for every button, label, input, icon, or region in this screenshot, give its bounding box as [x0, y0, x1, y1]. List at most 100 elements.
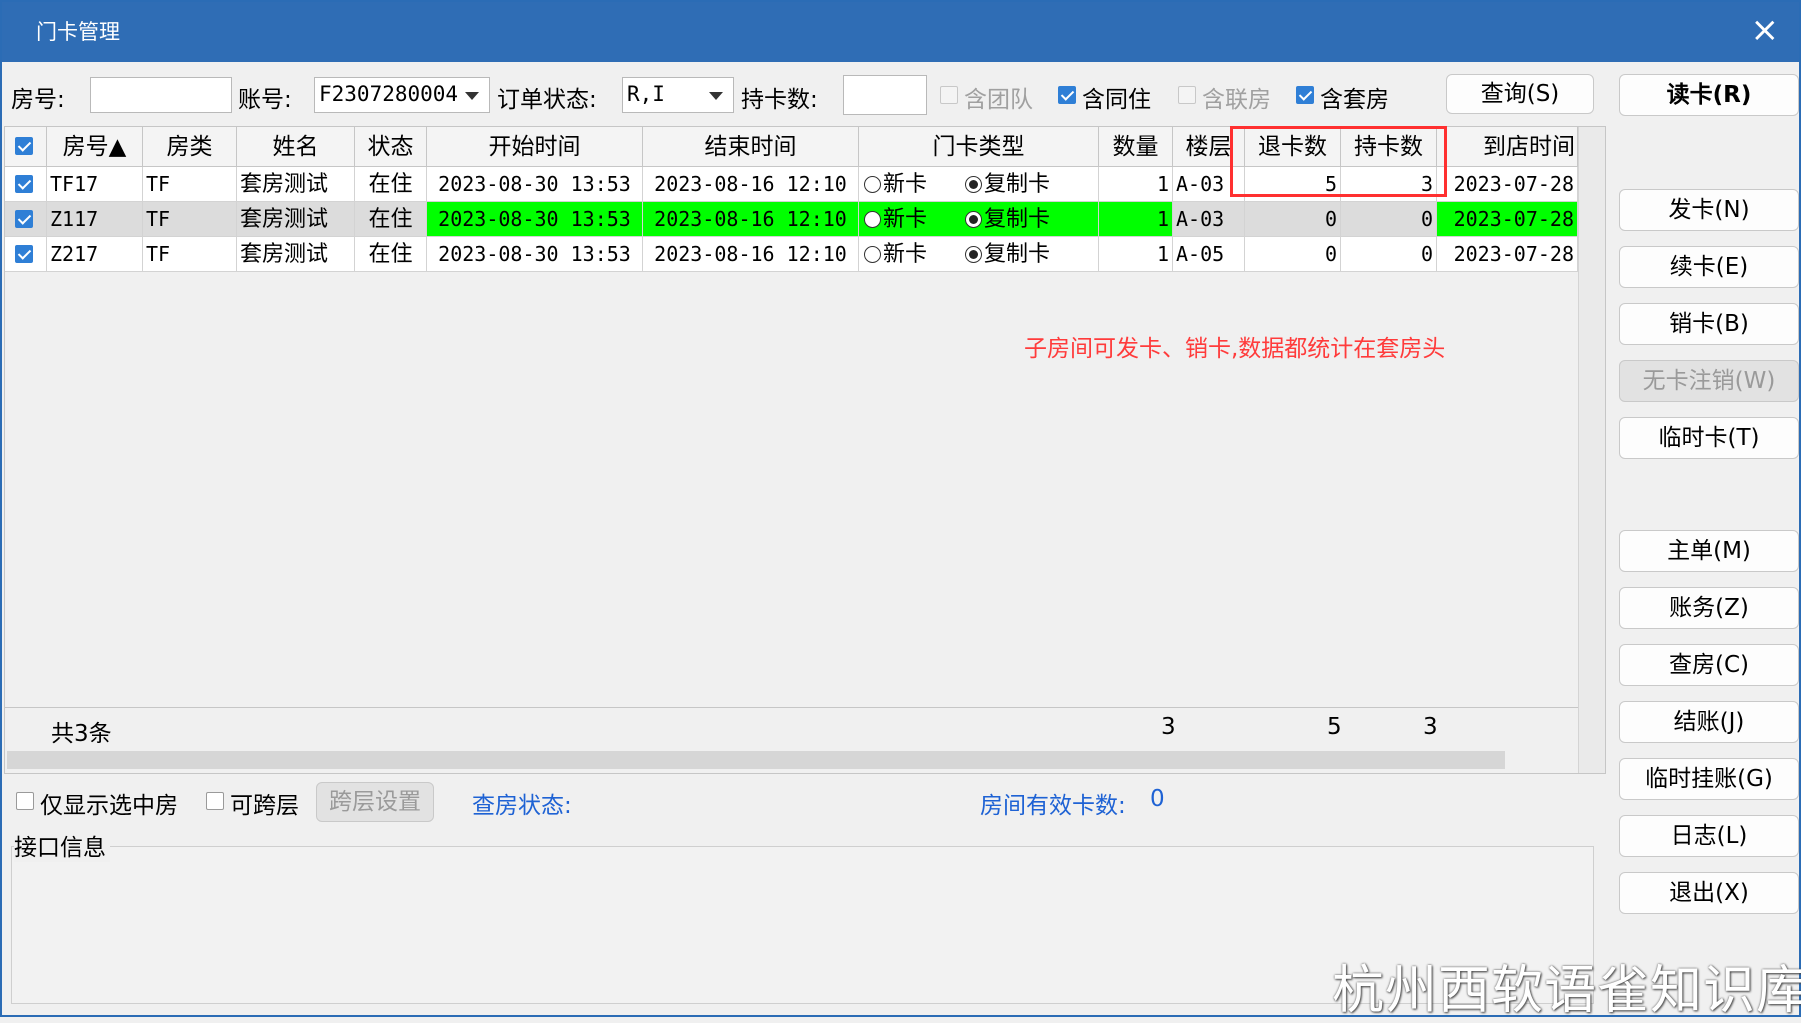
- grid-cell-status[interactable]: 在住: [355, 167, 427, 202]
- grid-cell-end[interactable]: 2023-08-16 12:10: [643, 202, 859, 237]
- order-status-label: 订单状态:: [497, 87, 597, 113]
- valid-cards-value: 0: [1150, 786, 1165, 812]
- grid-cell-status[interactable]: 在住: [355, 237, 427, 272]
- only-selected-label: 仅显示选中房: [40, 793, 178, 819]
- room-input[interactable]: [90, 77, 232, 113]
- include-cohabit-checkbox[interactable]: [1058, 86, 1076, 104]
- cancel-card-button[interactable]: 销卡(B): [1619, 303, 1799, 345]
- log-button[interactable]: 日志(L): [1619, 815, 1799, 857]
- grid-cell-arrival[interactable]: 2023-07-28: [1437, 202, 1578, 237]
- room-label: 房号:: [11, 87, 65, 113]
- checkout-button[interactable]: 结账(J): [1619, 701, 1799, 743]
- radio-icon[interactable]: [965, 246, 983, 263]
- renew-card-button[interactable]: 续卡(E): [1619, 246, 1799, 288]
- row-checkbox[interactable]: [15, 245, 33, 263]
- account-select[interactable]: F2307280004: [314, 77, 490, 113]
- grid-cell-type[interactable]: TF: [143, 237, 237, 272]
- grid-cell-arrival[interactable]: 2023-07-28: [1437, 237, 1578, 272]
- grid-cell-name[interactable]: 套房测试: [237, 237, 355, 272]
- chevron-down-icon[interactable]: [709, 92, 723, 100]
- new-card-radio[interactable]: 新卡: [864, 237, 928, 271]
- select-all-checkbox[interactable]: [15, 137, 33, 155]
- grid-cell-qty[interactable]: 1: [1099, 167, 1173, 202]
- chevron-down-icon[interactable]: [465, 92, 479, 100]
- scrollbar-thumb[interactable]: [7, 751, 1505, 769]
- grid-cell-end[interactable]: 2023-08-16 12:10: [643, 167, 859, 202]
- only-selected-checkbox[interactable]: [16, 792, 34, 810]
- header-room-type[interactable]: 房类: [143, 127, 237, 167]
- grid-cell-end[interactable]: 2023-08-16 12:10: [643, 237, 859, 272]
- radio-icon[interactable]: [864, 246, 881, 263]
- grid-cell-qty[interactable]: 1: [1099, 237, 1173, 272]
- include-suite-checkbox[interactable]: [1296, 86, 1314, 104]
- grid-cell-card_type[interactable]: 新卡 复制卡: [859, 202, 1099, 237]
- card-count-label: 持卡数:: [741, 87, 818, 113]
- grid-cell-arrival[interactable]: 2023-07-28: [1437, 167, 1578, 202]
- row-checkbox[interactable]: [15, 175, 33, 193]
- cross-floor-checkbox[interactable]: [206, 792, 224, 810]
- temp-card-button[interactable]: 临时卡(T): [1619, 417, 1799, 459]
- header-room[interactable]: 房号▲: [47, 127, 143, 167]
- grid-cell-select[interactable]: [5, 202, 47, 237]
- grid-cell-card_type[interactable]: 新卡 复制卡: [859, 237, 1099, 272]
- grid-cell-room[interactable]: TF17: [47, 167, 143, 202]
- header-card-type[interactable]: 门卡类型: [859, 127, 1099, 167]
- header-select-all[interactable]: [5, 127, 47, 167]
- copy-card-radio[interactable]: 复制卡: [965, 167, 1050, 201]
- cardless-cancel-button[interactable]: 无卡注销(W): [1619, 360, 1799, 402]
- grid-cell-status[interactable]: 在住: [355, 202, 427, 237]
- header-name[interactable]: 姓名: [237, 127, 355, 167]
- billing-button[interactable]: 账务(Z): [1619, 587, 1799, 629]
- header-arrival[interactable]: 到店时间: [1437, 127, 1578, 167]
- grid-cell-returned[interactable]: 0: [1245, 202, 1341, 237]
- read-card-button[interactable]: 读卡(R): [1619, 74, 1799, 116]
- grid-cell-start[interactable]: 2023-08-30 13:53: [427, 237, 643, 272]
- grid-cell-room[interactable]: Z217: [47, 237, 143, 272]
- grid-cell-start[interactable]: 2023-08-30 13:53: [427, 202, 643, 237]
- new-card-radio[interactable]: 新卡: [864, 202, 927, 236]
- header-start-time[interactable]: 开始时间: [427, 127, 643, 167]
- room-check-button[interactable]: 查房(C): [1619, 644, 1799, 686]
- include-linked-checkbox[interactable]: [1178, 86, 1196, 104]
- radio-icon[interactable]: [965, 211, 983, 228]
- exit-button[interactable]: 退出(X): [1619, 872, 1799, 914]
- grid-cell-name[interactable]: 套房测试: [237, 167, 355, 202]
- include-group-checkbox[interactable]: [940, 86, 958, 104]
- radio-label: 新卡: [883, 242, 928, 267]
- grid-cell-card_type[interactable]: 新卡 复制卡: [859, 167, 1099, 202]
- order-status-select[interactable]: R,I: [622, 77, 734, 113]
- temp-charge-button[interactable]: 临时挂账(G): [1619, 758, 1799, 800]
- grid-cell-holding[interactable]: 0: [1341, 202, 1437, 237]
- cross-floor-settings-button[interactable]: 跨层设置: [316, 782, 434, 822]
- grid-cell-room[interactable]: Z117: [47, 202, 143, 237]
- grid-cell-floor[interactable]: A-05: [1173, 237, 1245, 272]
- grid-cell-start[interactable]: 2023-08-30 13:53: [427, 167, 643, 202]
- radio-icon[interactable]: [864, 176, 881, 193]
- grid-cell-qty[interactable]: 1: [1099, 202, 1173, 237]
- watermark: 杭州西软语雀知识库: [1332, 961, 1801, 1021]
- grid-cell-returned[interactable]: 0: [1245, 237, 1341, 272]
- vertical-scrollbar[interactable]: [1578, 127, 1605, 773]
- new-card-radio[interactable]: 新卡: [864, 167, 927, 201]
- horizontal-scrollbar[interactable]: [5, 747, 1578, 773]
- radio-icon[interactable]: [965, 176, 983, 193]
- issue-card-button[interactable]: 发卡(N): [1619, 189, 1799, 231]
- grid-cell-select[interactable]: [5, 167, 47, 202]
- grid-cell-name[interactable]: 套房测试: [237, 202, 355, 237]
- grid-cell-holding[interactable]: 0: [1341, 237, 1437, 272]
- main-order-button[interactable]: 主单(M): [1619, 530, 1799, 572]
- header-end-time[interactable]: 结束时间: [643, 127, 859, 167]
- card-count-input[interactable]: [843, 75, 927, 115]
- close-icon[interactable]: ×: [1751, 12, 1780, 48]
- grid-cell-type[interactable]: TF: [143, 202, 237, 237]
- copy-card-radio[interactable]: 复制卡: [965, 237, 1050, 271]
- header-status[interactable]: 状态: [355, 127, 427, 167]
- header-qty[interactable]: 数量: [1099, 127, 1173, 167]
- grid-cell-type[interactable]: TF: [143, 167, 237, 202]
- grid-cell-floor[interactable]: A-03: [1173, 202, 1245, 237]
- radio-icon[interactable]: [864, 211, 881, 228]
- row-checkbox[interactable]: [15, 210, 33, 228]
- copy-card-radio[interactable]: 复制卡: [965, 202, 1050, 236]
- query-button[interactable]: 查询(S): [1446, 74, 1594, 114]
- grid-cell-select[interactable]: [5, 237, 47, 272]
